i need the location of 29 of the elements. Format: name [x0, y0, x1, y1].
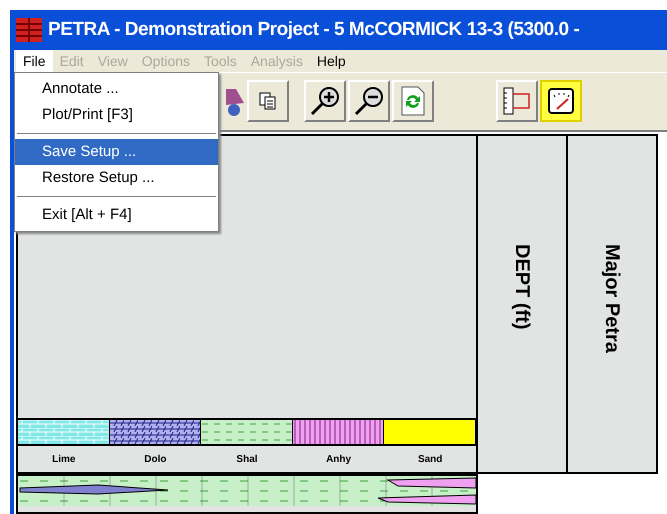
menu-option[interactable]: Save Setup ... — [15, 139, 218, 165]
menu-option[interactable]: Plot/Print [F3] — [15, 102, 218, 128]
refresh-button[interactable] — [392, 80, 434, 122]
refresh-icon — [400, 86, 426, 116]
track-button[interactable] — [496, 80, 538, 122]
track-icon — [502, 86, 532, 116]
zoom-in-icon — [309, 85, 341, 117]
gauge-icon — [547, 87, 575, 115]
menu-item[interactable]: Help — [310, 50, 353, 72]
copy-button[interactable] — [247, 80, 289, 122]
legend-label: Sand — [418, 452, 442, 466]
menu-option[interactable]: Exit [Alt + F4] — [15, 202, 218, 228]
app-logo-icon — [16, 18, 42, 42]
legend-label: Shal — [236, 452, 258, 466]
zoom-out-button[interactable] — [348, 80, 390, 122]
legend-label: Anhy — [326, 452, 352, 466]
legend-label: Dolo — [144, 452, 166, 466]
menu-option[interactable]: Restore Setup ... — [15, 165, 218, 191]
copy-icon — [259, 92, 277, 110]
paint-icon — [226, 87, 244, 117]
window-title: PETRA - Demonstration Project - 5 McCORMICK 13-3 (5300.0 - — [48, 18, 580, 42]
zoom-in-button[interactable] — [304, 80, 346, 122]
track-title: DEPT (ft) — [510, 244, 534, 330]
zoom-out-icon — [353, 85, 385, 117]
track-title: Major Petra — [600, 244, 624, 353]
gauge-button[interactable] — [540, 80, 582, 122]
menu-item[interactable]: File — [16, 50, 53, 72]
menu-option[interactable]: Annotate ... — [15, 76, 218, 102]
legend-label: Lime — [52, 452, 76, 466]
